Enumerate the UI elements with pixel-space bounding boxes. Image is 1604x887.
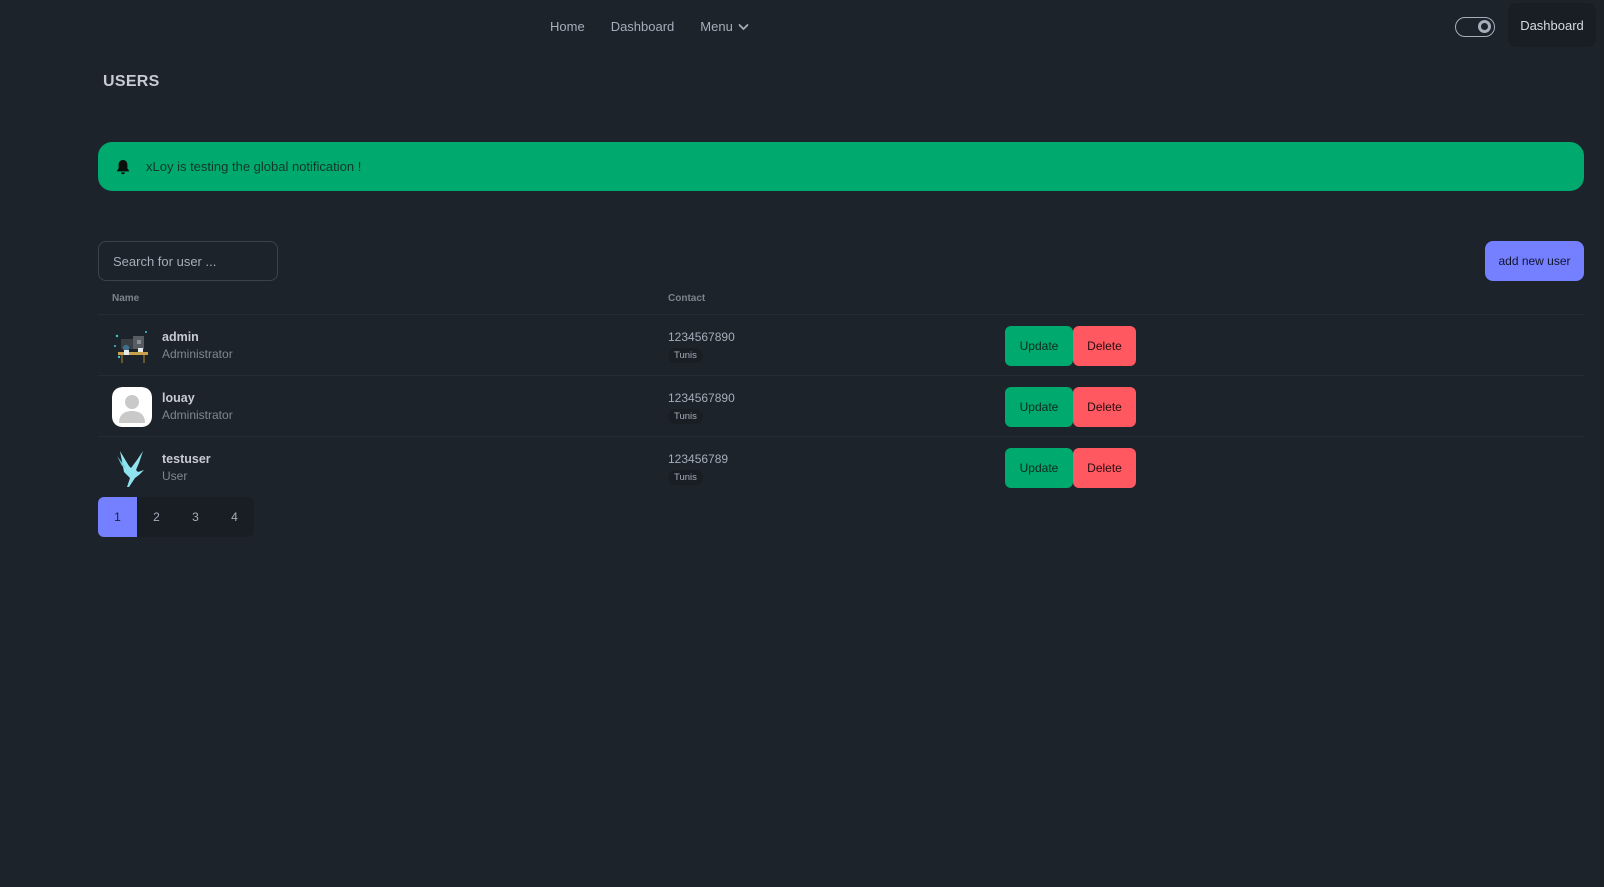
default-user-avatar: [112, 387, 152, 427]
user-name: louay: [162, 391, 195, 405]
table-header: Name Contact: [98, 287, 1584, 315]
page-scrollbar[interactable]: [1600, 0, 1604, 887]
navbar: Home Dashboard Menu Dashboard: [0, 0, 1604, 56]
user-phone: 1234567890: [668, 391, 735, 405]
delete-button[interactable]: Delete: [1073, 387, 1136, 427]
user-phone: 123456789: [668, 452, 729, 466]
user-city-badge: Tunis: [668, 470, 703, 485]
contact-column-header: Contact: [668, 293, 706, 304]
page-button-3[interactable]: 3: [176, 497, 215, 537]
users-table: Name Contact admin Administrator 1234567…: [98, 287, 1584, 498]
theme-toggle[interactable]: [1455, 17, 1495, 37]
notification-alert: xLoy is testing the global notification …: [98, 142, 1584, 191]
nav-links: Home Dashboard Menu: [550, 17, 749, 37]
add-user-button[interactable]: add new user: [1485, 241, 1584, 281]
table-row: testuser User 123456789 Tunis Update Del…: [98, 437, 1584, 498]
name-column-header: Name: [112, 293, 140, 304]
nav-home-link[interactable]: Home: [550, 17, 585, 37]
nav-menu-label: Menu: [700, 19, 733, 34]
update-button[interactable]: Update: [1005, 387, 1073, 427]
user-role: Administrator: [162, 347, 233, 361]
nav-menu-dropdown[interactable]: Menu: [700, 17, 749, 37]
page-button-1[interactable]: 1: [98, 497, 137, 537]
user-role: User: [162, 469, 188, 483]
nav-dashboard-link[interactable]: Dashboard: [611, 17, 675, 37]
bell-icon: [117, 159, 129, 174]
dashboard-button[interactable]: Dashboard: [1508, 3, 1596, 47]
user-role: Administrator: [162, 408, 233, 422]
user-city-badge: Tunis: [668, 409, 703, 424]
delete-button[interactable]: Delete: [1073, 448, 1136, 488]
notification-text: xLoy is testing the global notification …: [146, 159, 362, 174]
office-illustration-avatar: [112, 326, 152, 366]
user-phone: 1234567890: [668, 330, 735, 344]
user-name: admin: [162, 330, 199, 344]
update-button[interactable]: Update: [1005, 448, 1073, 488]
user-name: testuser: [162, 452, 211, 466]
user-city-badge: Tunis: [668, 348, 703, 363]
update-button[interactable]: Update: [1005, 326, 1073, 366]
bird-avatar: [112, 448, 152, 488]
theme-toggle-knob-icon: [1478, 20, 1491, 33]
table-row: louay Administrator 1234567890 Tunis Upd…: [98, 376, 1584, 437]
table-row: admin Administrator 1234567890 Tunis Upd…: [98, 315, 1584, 376]
user-search-input[interactable]: [98, 241, 278, 281]
pagination: 1 2 3 4: [98, 497, 254, 537]
page-button-2[interactable]: 2: [137, 497, 176, 537]
page-button-4[interactable]: 4: [215, 497, 254, 537]
delete-button[interactable]: Delete: [1073, 326, 1136, 366]
chevron-down-icon: [738, 24, 749, 31]
page-title: USERS: [103, 73, 160, 90]
